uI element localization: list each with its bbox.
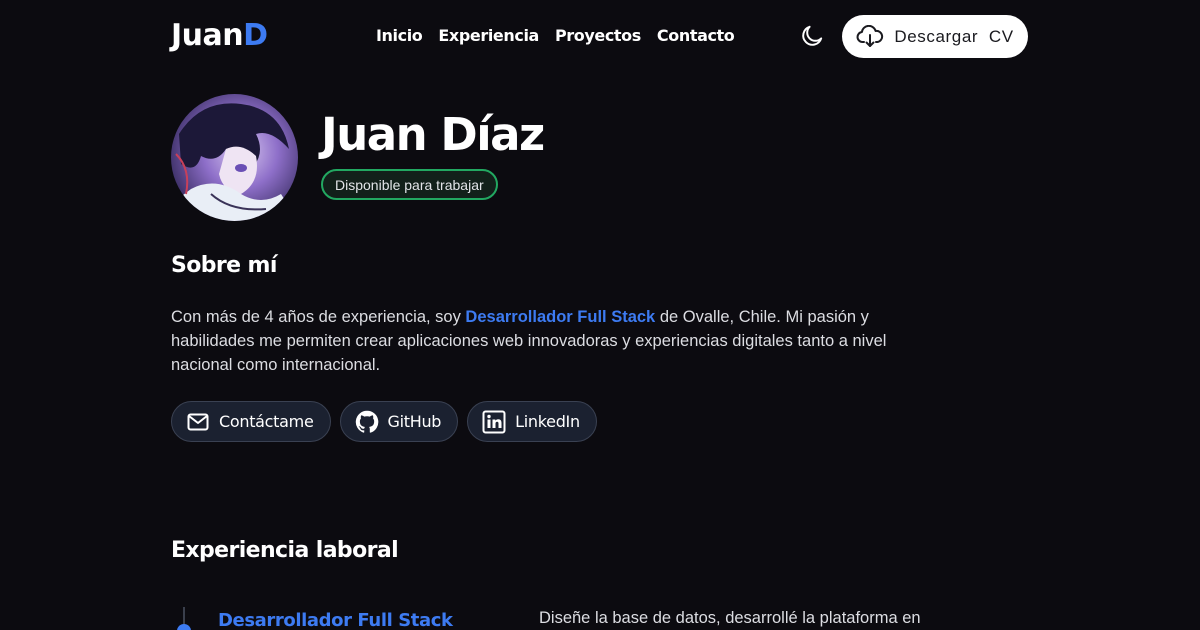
- nav-link-contacto[interactable]: Contacto: [657, 26, 735, 45]
- linkedin-button-label: LinkedIn: [515, 412, 580, 431]
- nav-link-inicio[interactable]: Inicio: [376, 26, 423, 45]
- download-cv-label: Descargar CV: [894, 26, 1014, 46]
- cloud-download-icon: [856, 24, 884, 47]
- main-nav: Inicio Experiencia Proyectos Contacto: [376, 26, 735, 45]
- contact-button-label: Contáctame: [219, 412, 314, 431]
- logo[interactable]: JuanD: [171, 18, 268, 53]
- about-text-start: Con más de 4 años de experiencia, soy: [171, 308, 466, 326]
- job-title: Desarrollador Full Stack: [218, 610, 453, 630]
- profile-name: Juan Díaz: [321, 108, 545, 161]
- logo-accent: D: [243, 18, 268, 53]
- moon-icon: [802, 25, 823, 46]
- job-description: Diseñe la base de datos, desarrollé la p…: [539, 609, 921, 627]
- github-icon: [355, 410, 378, 433]
- theme-toggle-button[interactable]: [796, 20, 828, 52]
- download-cv-button[interactable]: Descargar CV: [842, 15, 1028, 58]
- nav-link-proyectos[interactable]: Proyectos: [555, 26, 641, 45]
- linkedin-button[interactable]: LinkedIn: [467, 401, 597, 442]
- github-button-label: GitHub: [387, 412, 442, 431]
- logo-main: Juan: [171, 18, 244, 53]
- nav-link-experiencia[interactable]: Experiencia: [438, 26, 539, 45]
- github-button[interactable]: GitHub: [339, 401, 459, 442]
- availability-badge: Disponible para trabajar: [321, 169, 498, 200]
- about-role-highlight: Desarrollador Full Stack: [465, 308, 656, 326]
- linkedin-icon: [482, 410, 506, 433]
- about-text: Con más de 4 años de experiencia, soy De…: [171, 305, 901, 377]
- timeline-dot: [177, 624, 191, 630]
- experience-title: Experiencia laboral: [171, 538, 399, 563]
- contact-button[interactable]: Contáctame: [171, 401, 331, 442]
- social-links: Contáctame GitHub LinkedIn: [171, 401, 597, 442]
- portfolio-page: JuanD Inicio Experiencia Proyectos Conta…: [0, 0, 1200, 630]
- about-title: Sobre mí: [171, 253, 277, 278]
- avatar: [171, 94, 298, 221]
- mail-icon: [187, 413, 209, 430]
